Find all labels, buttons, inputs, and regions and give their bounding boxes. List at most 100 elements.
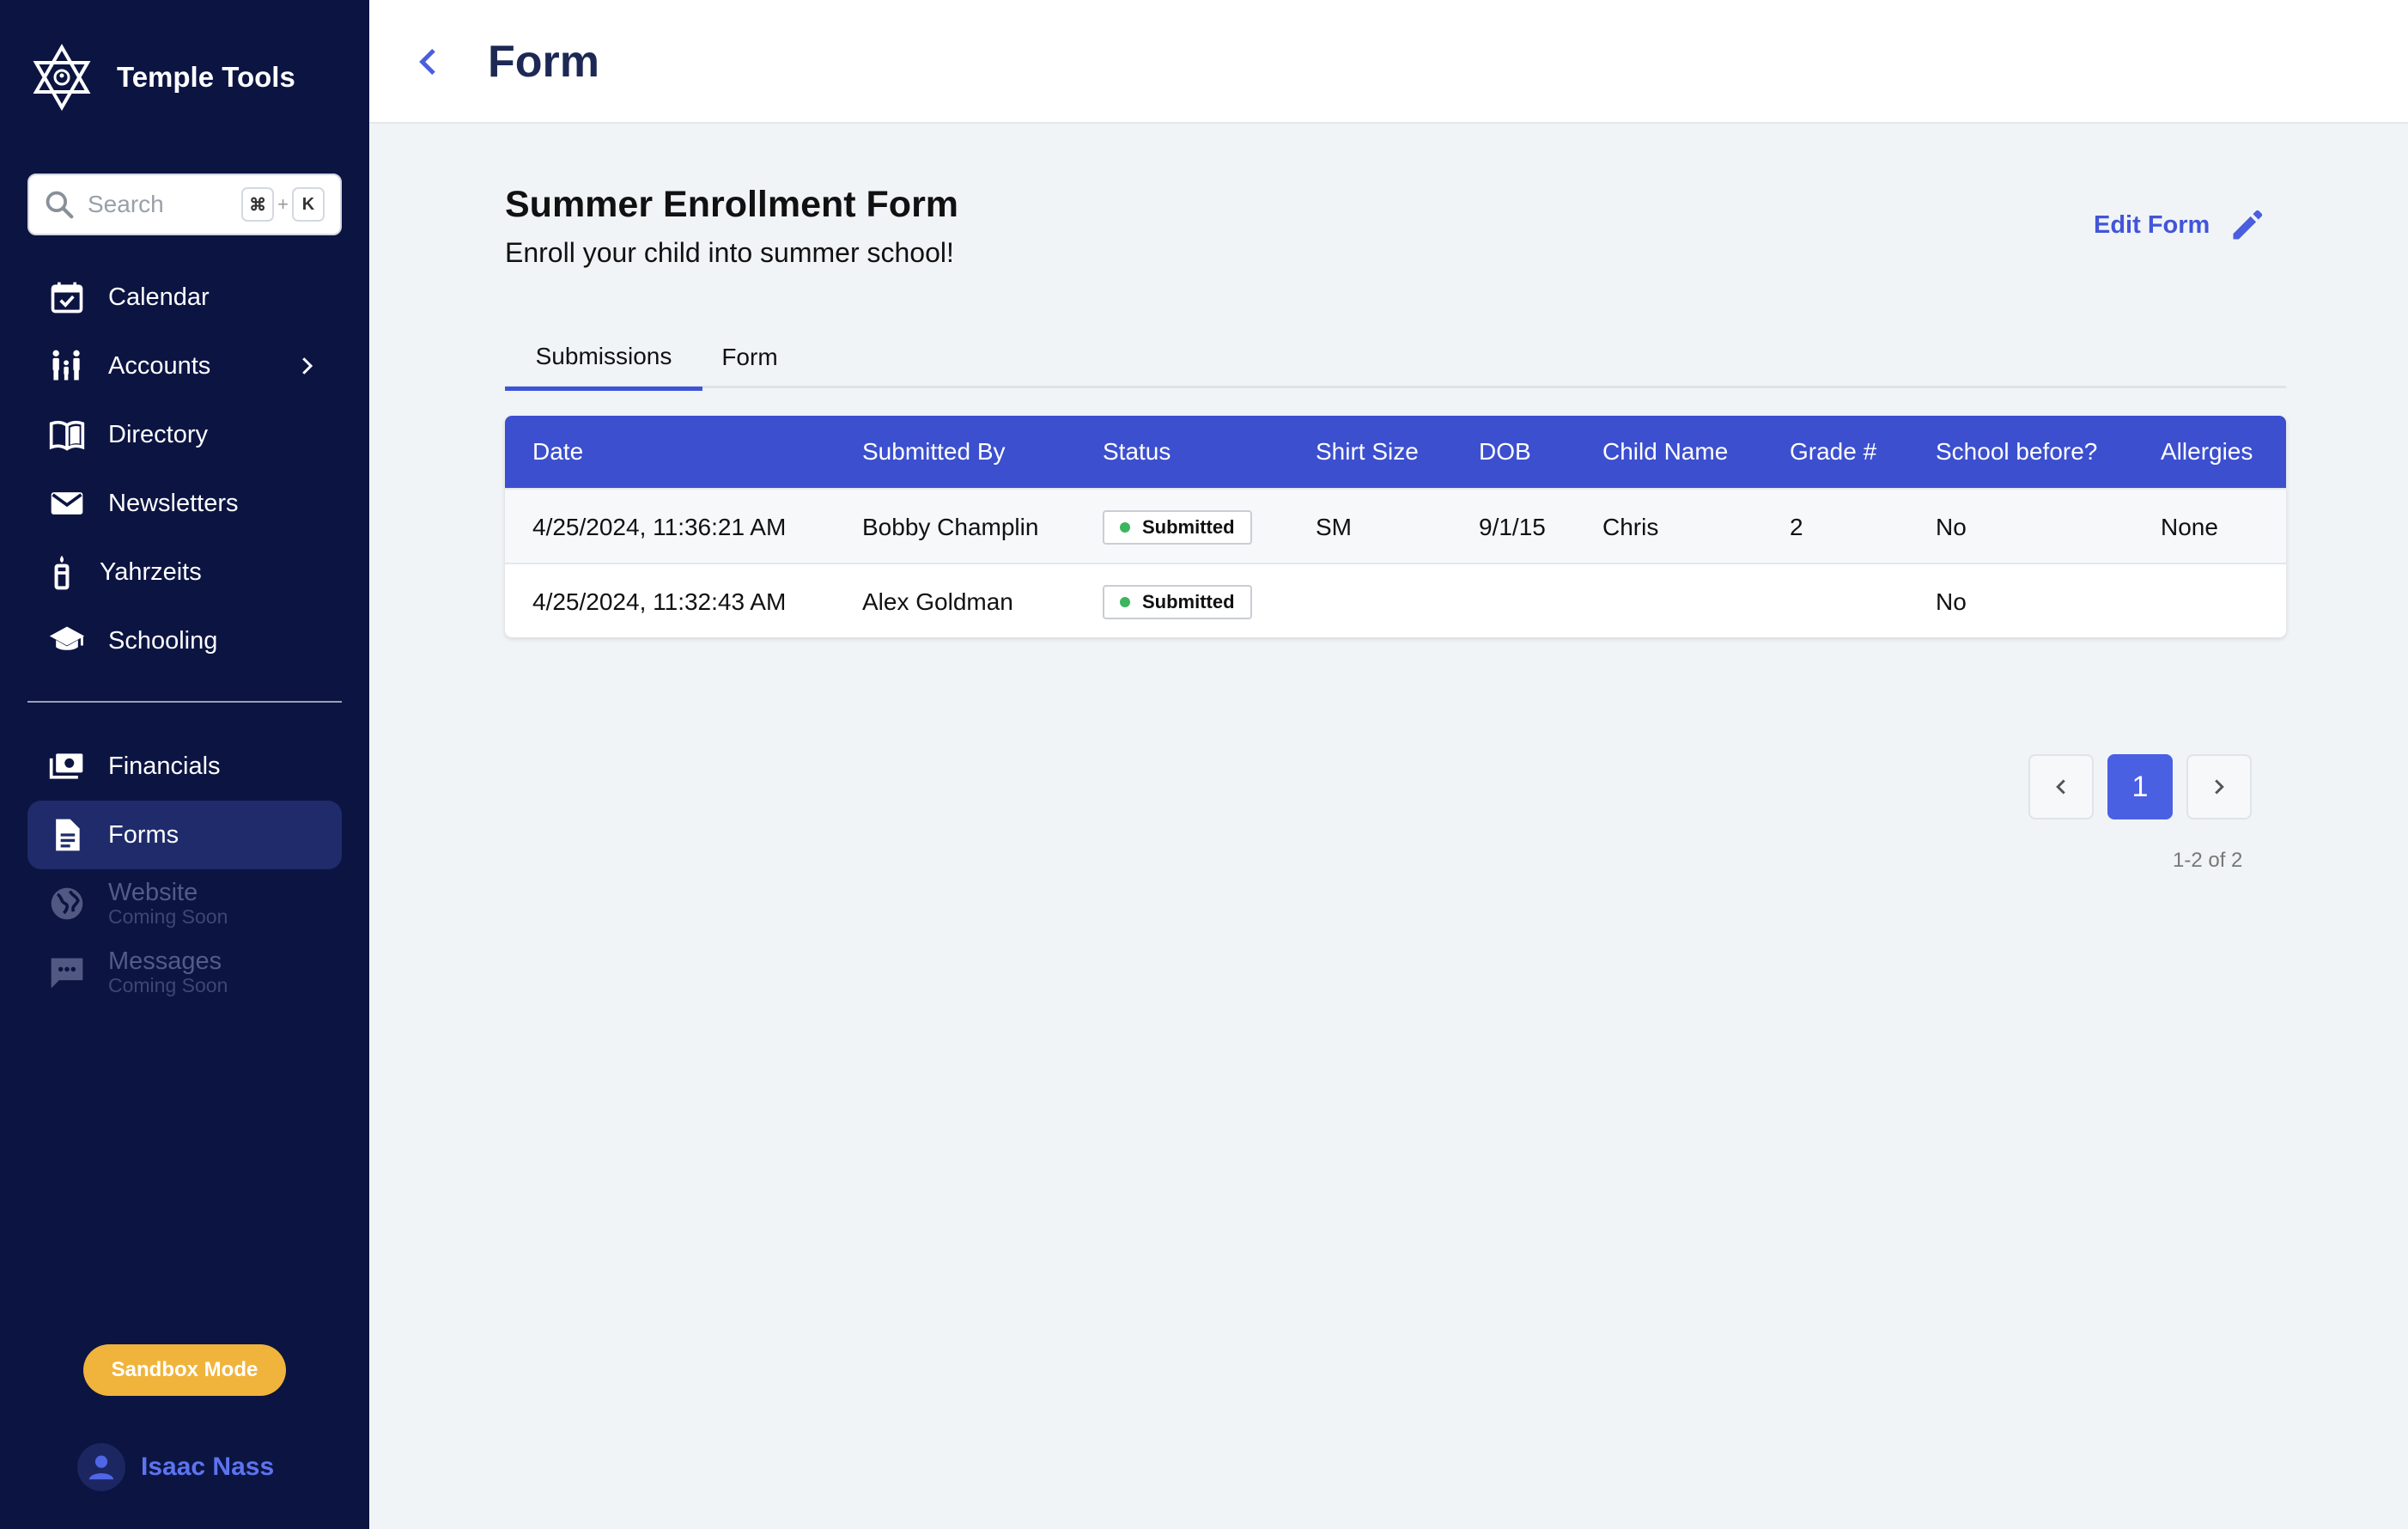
cell-date: 4/25/2024, 11:32:43 AM: [532, 588, 787, 615]
chevron-right-icon: [2215, 779, 2224, 795]
cell-allergies: None: [2161, 513, 2218, 540]
status-badge: Submitted: [1103, 509, 1252, 545]
column-header-date[interactable]: Date: [532, 416, 583, 488]
column-header-status[interactable]: Status: [1103, 416, 1171, 488]
sidebar: Temple Tools ⌘ + K Calendar Accounts: [0, 0, 369, 1529]
chat-icon: [46, 952, 88, 993]
search-shortcut: ⌘ + K: [241, 187, 325, 222]
form-title: Summer Enrollment Form: [505, 184, 959, 225]
table-row[interactable]: 4/25/2024, 11:36:21 AM Bobby Champlin Su…: [505, 488, 2286, 563]
form-description: Enroll your child into summer school!: [505, 237, 954, 268]
sidebar-item-label: Directory: [108, 420, 209, 448]
cell-submitted-by: Alex Goldman: [862, 588, 1013, 615]
column-header-allergies[interactable]: Allergies: [2161, 416, 2253, 488]
sidebar-item-label: Newsletters: [108, 489, 239, 517]
sidebar-item-label: Calendar: [108, 283, 210, 311]
status-text: Submitted: [1142, 590, 1235, 612]
calendar-check-icon: [46, 277, 88, 318]
sidebar-item-label: Financials: [108, 752, 221, 780]
globe-icon: [46, 883, 88, 924]
cell-school-before: No: [1936, 588, 1967, 615]
status-badge: Submitted: [1103, 584, 1252, 619]
money-icon: [46, 746, 88, 787]
status-text: Submitted: [1142, 515, 1235, 538]
brand[interactable]: Temple Tools: [33, 41, 295, 113]
submissions-table: Date Submitted By Status Shirt Size DOB …: [505, 416, 2286, 637]
search-box[interactable]: ⌘ + K: [27, 174, 342, 235]
cell-grade: 2: [1790, 513, 1803, 540]
star-of-david-logo-icon: [33, 44, 91, 111]
coming-soon-label: Coming Soon: [108, 974, 228, 996]
prev-page-button[interactable]: [2028, 754, 2094, 819]
sidebar-item-label: Accounts: [108, 351, 211, 380]
candle-icon: [41, 551, 82, 593]
cell-status: Submitted: [1103, 490, 1252, 564]
graduation-cap-icon: [46, 620, 88, 661]
sidebar-item-website: Website Coming Soon: [27, 869, 342, 938]
table-header: Date Submitted By Status Shirt Size DOB …: [505, 416, 2286, 488]
chevron-left-icon: [2056, 779, 2065, 795]
page-title: Form: [488, 37, 599, 87]
next-page-button[interactable]: [2186, 754, 2252, 819]
pencil-icon: [2233, 210, 2263, 240]
user-profile[interactable]: Isaac Nass: [77, 1443, 274, 1491]
cell-school-before: No: [1936, 513, 1967, 540]
status-dot-icon: [1120, 596, 1130, 607]
avatar: [77, 1443, 125, 1491]
sidebar-item-financials[interactable]: Financials: [27, 732, 342, 801]
mail-icon: [46, 483, 88, 524]
sidebar-item-label: Yahrzeits: [100, 557, 202, 586]
column-header-dob[interactable]: DOB: [1479, 416, 1531, 488]
sidebar-item-schooling[interactable]: Schooling: [27, 606, 342, 675]
person-icon: [88, 1455, 114, 1480]
chevron-right-icon: [302, 357, 313, 375]
sidebar-item-newsletters[interactable]: Newsletters: [27, 469, 342, 538]
sandbox-mode-button[interactable]: Sandbox Mode: [83, 1344, 286, 1396]
book-icon: [46, 414, 88, 455]
edit-form-button[interactable]: Edit Form: [2094, 206, 2266, 244]
sidebar-item-label: Forms: [108, 820, 179, 849]
tab-form[interactable]: Form: [702, 326, 797, 388]
messages-label: Messages: [108, 947, 222, 975]
column-header-grade[interactable]: Grade #: [1790, 416, 1876, 488]
family-icon: [46, 345, 88, 387]
sidebar-item-accounts[interactable]: Accounts: [27, 332, 342, 400]
edit-form-label: Edit Form: [2094, 210, 2210, 239]
column-header-child-name[interactable]: Child Name: [1602, 416, 1728, 488]
column-header-shirt-size[interactable]: Shirt Size: [1316, 416, 1419, 488]
back-button[interactable]: [404, 36, 455, 88]
cell-submitted-by: Bobby Champlin: [862, 513, 1039, 540]
column-header-school-before[interactable]: School before?: [1936, 416, 2097, 488]
cell-child-name: Chris: [1602, 513, 1659, 540]
sidebar-item-yahrzeits[interactable]: Yahrzeits: [27, 538, 342, 606]
cell-date: 4/25/2024, 11:36:21 AM: [532, 513, 787, 540]
sidebar-item-label: Website Coming Soon: [108, 880, 228, 927]
brand-name: Temple Tools: [117, 61, 295, 93]
chevron-left-icon: [419, 48, 435, 76]
sidebar-divider: [27, 701, 342, 703]
cell-shirt-size: SM: [1316, 513, 1352, 540]
cell-status: Submitted: [1103, 564, 1252, 637]
tab-bar: Submissions Form: [505, 326, 2286, 391]
column-header-submitted-by[interactable]: Submitted By: [862, 416, 1006, 488]
search-input[interactable]: [88, 191, 225, 218]
shortcut-plus: +: [277, 193, 289, 215]
page-header: Form: [369, 0, 2408, 124]
table-row[interactable]: 4/25/2024, 11:32:43 AM Alex Goldman Subm…: [505, 563, 2286, 637]
coming-soon-label: Coming Soon: [108, 905, 228, 928]
cell-dob: 9/1/15: [1479, 513, 1546, 540]
sidebar-item-label: Schooling: [108, 626, 218, 655]
shortcut-k-key: K: [292, 187, 325, 222]
pagination: 1: [2028, 754, 2265, 819]
user-name: Isaac Nass: [141, 1453, 275, 1481]
sidebar-item-calendar[interactable]: Calendar: [27, 263, 342, 332]
page-number-button[interactable]: 1: [2107, 754, 2173, 819]
sidebar-item-directory[interactable]: Directory: [27, 400, 342, 469]
shortcut-cmd-key: ⌘: [241, 187, 275, 222]
sidebar-item-forms[interactable]: Forms: [27, 801, 342, 869]
status-dot-icon: [1120, 521, 1130, 533]
pagination-range: 1-2 of 2: [2173, 849, 2243, 872]
sidebar-item-label: Messages Coming Soon: [108, 949, 228, 996]
search-icon: [46, 191, 74, 219]
tab-submissions[interactable]: Submissions: [505, 326, 702, 391]
